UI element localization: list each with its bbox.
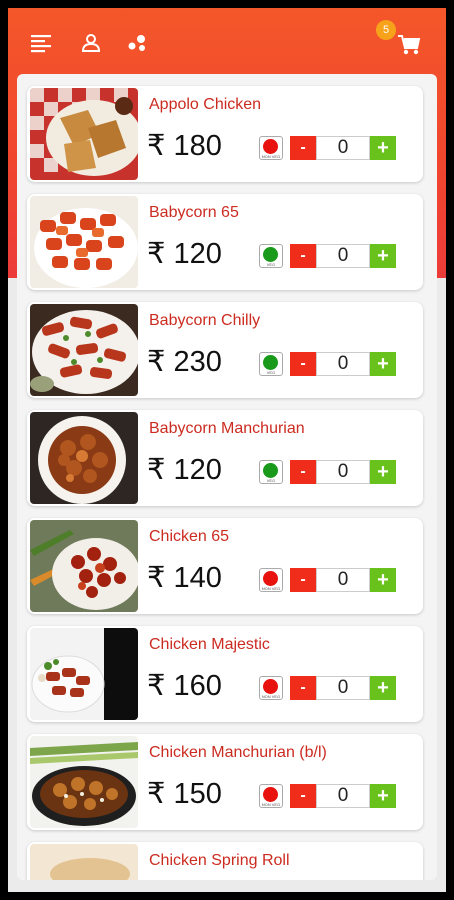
menu-list: Appolo Chicken ₹ 180 NON VEG - 0 + Babyc… [17, 74, 437, 880]
food-image [30, 304, 138, 396]
menu-item-card[interactable]: Chicken Majestic ₹ 160 NON VEG - 0 + [27, 626, 423, 722]
quantity-value[interactable]: 0 [316, 676, 370, 700]
menu-item-card[interactable]: Chicken Manchurian (b/l) ₹ 150 NON VEG -… [27, 734, 423, 830]
increase-button[interactable]: + [370, 460, 396, 484]
food-image [30, 844, 138, 880]
decrease-button[interactable]: - [290, 460, 316, 484]
item-price: ₹ 120 [147, 238, 222, 270]
item-price: ₹ 180 [147, 130, 222, 162]
decrease-button[interactable]: - [290, 568, 316, 592]
item-price: ₹ 150 [147, 778, 222, 810]
quantity-value[interactable]: 0 [316, 568, 370, 592]
decrease-button[interactable]: - [290, 784, 316, 808]
veg-icon: VEG [259, 244, 283, 268]
menu-item-card[interactable]: Chicken Spring Roll [27, 842, 423, 880]
share-icon[interactable] [125, 30, 151, 56]
top-bar: 5 [8, 8, 446, 74]
increase-button[interactable]: + [370, 676, 396, 700]
decrease-button[interactable]: - [290, 244, 316, 268]
quantity-value[interactable]: 0 [316, 784, 370, 808]
menu-item-card[interactable]: Babycorn 65 ₹ 120 VEG - 0 + [27, 194, 423, 290]
veg-icon: VEG [259, 460, 283, 484]
quantity-stepper: - 0 + [290, 676, 396, 700]
cart-count-badge: 5 [376, 20, 396, 40]
quantity-value[interactable]: 0 [316, 352, 370, 376]
increase-button[interactable]: + [370, 136, 396, 160]
decrease-button[interactable]: - [290, 676, 316, 700]
food-image [30, 88, 138, 180]
food-image [30, 520, 138, 612]
item-name: Babycorn Chilly [149, 312, 261, 329]
decrease-button[interactable]: - [290, 352, 316, 376]
veg-icon: VEG [259, 352, 283, 376]
item-name: Chicken 65 [149, 528, 230, 545]
menu-item-card[interactable]: Babycorn Chilly ₹ 230 VEG - 0 + [27, 302, 423, 398]
item-price: ₹ 120 [147, 454, 222, 486]
food-image [30, 412, 138, 504]
increase-button[interactable]: + [370, 244, 396, 268]
user-icon[interactable] [78, 30, 104, 56]
item-name: Chicken Majestic [149, 636, 270, 653]
quantity-stepper: - 0 + [290, 352, 396, 376]
decrease-button[interactable]: - [290, 136, 316, 160]
food-image [30, 196, 138, 288]
menu-icon[interactable] [28, 30, 54, 56]
non-veg-icon: NON VEG [259, 136, 283, 160]
increase-button[interactable]: + [370, 784, 396, 808]
non-veg-icon: NON VEG [259, 676, 283, 700]
non-veg-icon: NON VEG [259, 784, 283, 808]
app-screen: 5 Appolo Chicken ₹ 180 NON VEG - 0 + Bab… [8, 8, 446, 892]
item-name: Chicken Spring Roll [149, 852, 290, 869]
quantity-value[interactable]: 0 [316, 460, 370, 484]
quantity-stepper: - 0 + [290, 460, 396, 484]
item-price: ₹ 160 [147, 670, 222, 702]
menu-item-card[interactable]: Babycorn Manchurian ₹ 120 VEG - 0 + [27, 410, 423, 506]
quantity-value[interactable]: 0 [316, 244, 370, 268]
menu-item-card[interactable]: Chicken 65 ₹ 140 NON VEG - 0 + [27, 518, 423, 614]
item-price: ₹ 140 [147, 562, 222, 594]
item-name: Appolo Chicken [149, 96, 262, 113]
quantity-stepper: - 0 + [290, 244, 396, 268]
food-image [30, 628, 138, 720]
item-name: Babycorn Manchurian [149, 420, 305, 437]
quantity-value[interactable]: 0 [316, 136, 370, 160]
increase-button[interactable]: + [370, 568, 396, 592]
item-name: Babycorn 65 [149, 204, 239, 221]
item-name: Chicken Manchurian (b/l) [149, 744, 327, 761]
quantity-stepper: - 0 + [290, 568, 396, 592]
quantity-stepper: - 0 + [290, 136, 396, 160]
food-image [30, 736, 138, 828]
non-veg-icon: NON VEG [259, 568, 283, 592]
cart-icon[interactable] [396, 32, 422, 58]
increase-button[interactable]: + [370, 352, 396, 376]
item-price: ₹ 230 [147, 346, 222, 378]
quantity-stepper: - 0 + [290, 784, 396, 808]
menu-item-card[interactable]: Appolo Chicken ₹ 180 NON VEG - 0 + [27, 86, 423, 182]
